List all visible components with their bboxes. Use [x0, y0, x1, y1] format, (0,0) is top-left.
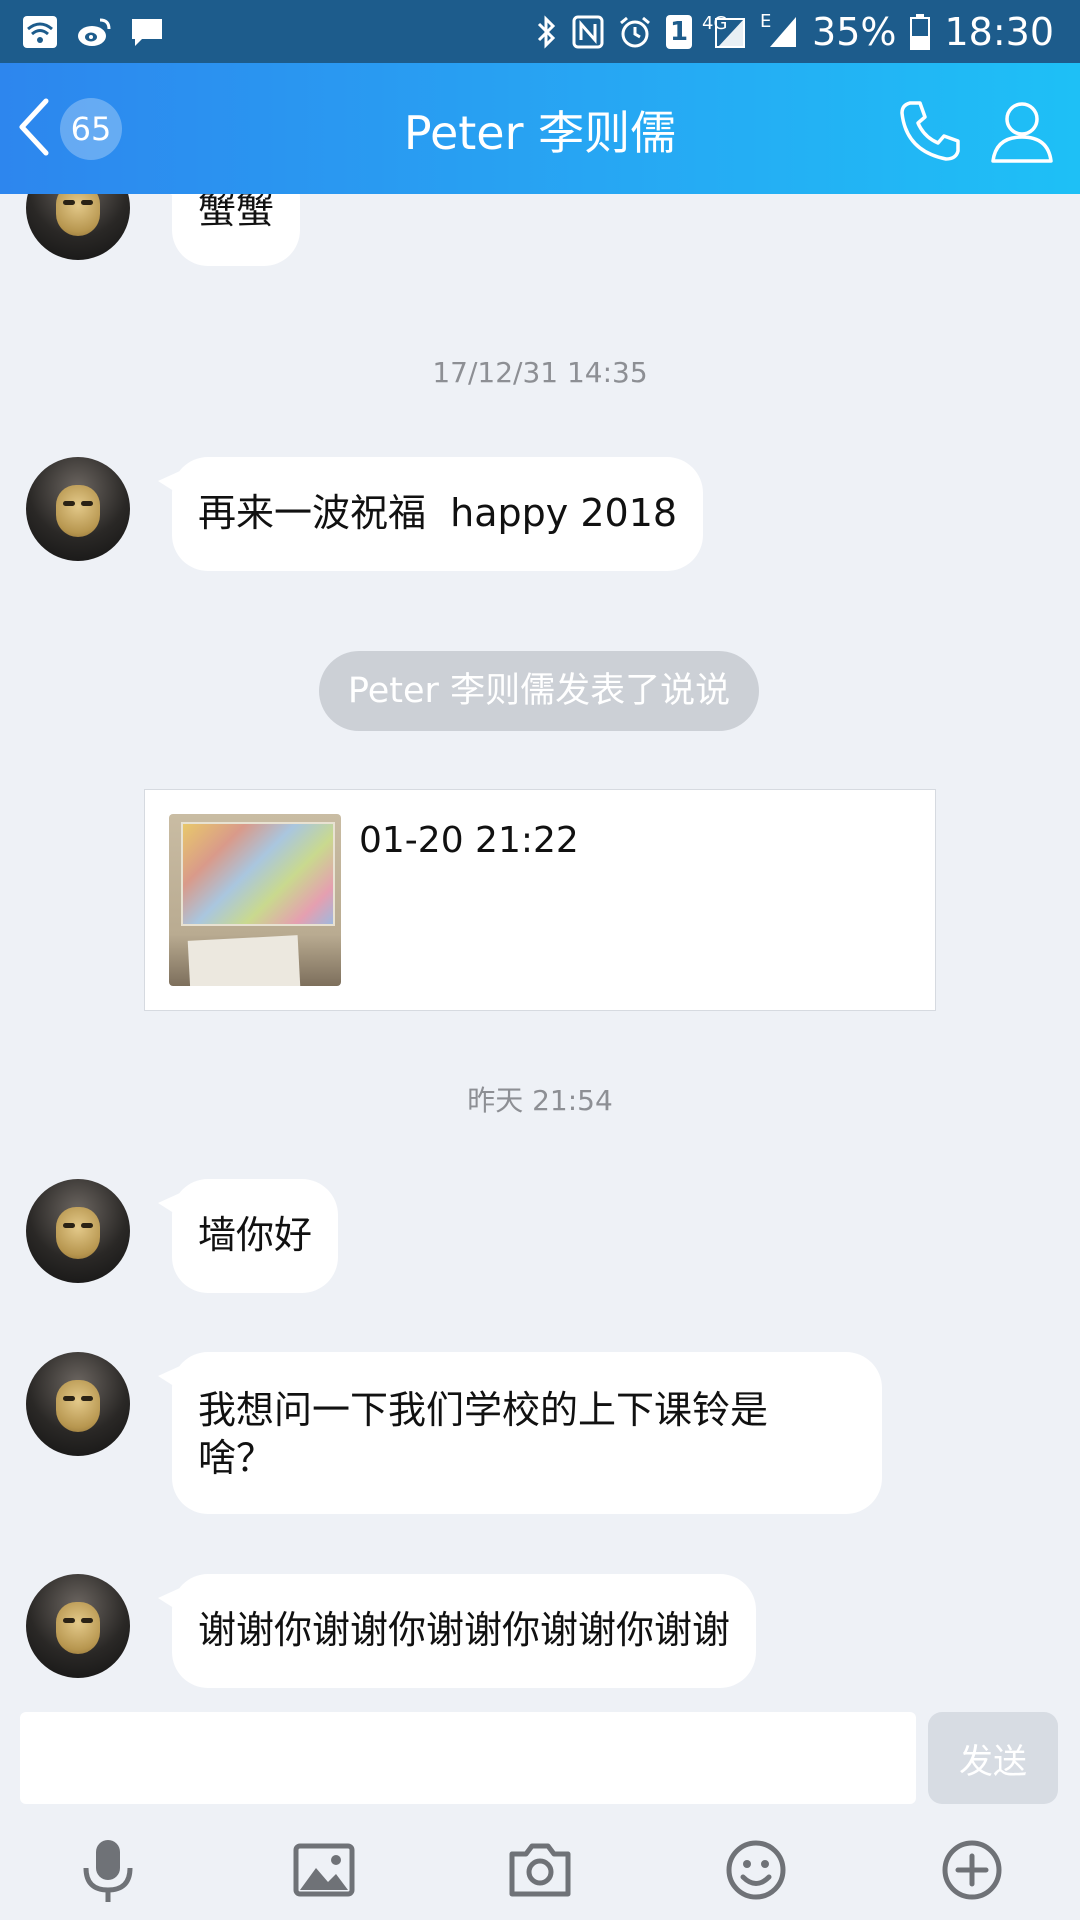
message-timestamp: 昨天 21:54	[467, 1084, 613, 1117]
emoji-icon	[720, 1840, 792, 1910]
weibo-icon	[76, 16, 112, 48]
call-button[interactable]	[896, 97, 964, 165]
moment-card[interactable]: 01-20 21:22	[144, 789, 936, 1011]
network-4g-label: 4G	[702, 13, 728, 34]
send-button[interactable]: 发送	[928, 1712, 1058, 1804]
status-bar: 1 4G E 35% 18:30	[0, 0, 1080, 63]
status-bar-right: 1 4G E 35% 18:30	[536, 8, 1054, 56]
moment-thumbnail	[169, 814, 341, 986]
back-button[interactable]: 65	[14, 91, 122, 167]
message-text: 蟹蟹	[198, 194, 275, 232]
more-button[interactable]	[936, 1834, 1008, 1906]
message-bubble[interactable]: 墙你好	[157, 1179, 339, 1293]
battery-percent: 35%	[812, 10, 897, 54]
camera-icon	[504, 1843, 576, 1910]
alarm-icon	[618, 15, 652, 49]
battery-icon	[910, 14, 931, 50]
network-e-label: E	[760, 11, 772, 32]
4g-signal-icon: 4G	[702, 13, 746, 49]
camera-button[interactable]	[504, 1834, 576, 1906]
back-icon	[14, 97, 54, 161]
photo-button[interactable]	[288, 1834, 360, 1906]
contact-avatar[interactable]	[26, 1352, 130, 1456]
chat-header: 65 Peter 李则儒	[0, 63, 1080, 194]
message-bubble[interactable]: 我想问一下我们学校的上下课铃是 啥？	[158, 1352, 882, 1514]
message-text: 我想问一下我们学校的上下课铃是 啥？	[198, 1388, 769, 1480]
moment-time: 01-20 21:22	[359, 820, 579, 861]
profile-icon	[988, 102, 1056, 169]
chat-title: Peter 李则儒	[403, 106, 677, 160]
message-bubble[interactable]: 谢谢你谢谢你谢谢你谢谢你谢谢	[157, 1574, 757, 1688]
message-bubble[interactable]: 蟹蟹	[157, 194, 301, 266]
microphone-icon	[72, 1840, 144, 1910]
system-notice[interactable]: Peter 李则儒发表了说说	[319, 651, 759, 731]
input-bar: 发送	[0, 1712, 1080, 1920]
profile-button[interactable]	[988, 97, 1056, 165]
message-input[interactable]	[20, 1712, 916, 1804]
message-text: 谢谢你谢谢你谢谢你谢谢你谢谢	[198, 1608, 731, 1652]
wifi-icon	[22, 15, 58, 49]
message-timestamp: 17/12/31 14:35	[432, 356, 648, 389]
nfc-icon	[572, 15, 604, 49]
status-bar-left	[22, 12, 164, 52]
message-icon	[130, 16, 164, 48]
plus-icon	[936, 1840, 1008, 1910]
unread-count-badge: 65	[60, 98, 122, 160]
image-icon	[288, 1843, 360, 1910]
message-text: 墙你好	[198, 1213, 313, 1257]
sim-icon: 1	[666, 15, 693, 49]
voice-button[interactable]	[72, 1834, 144, 1906]
message-bubble[interactable]: 再来一波祝福 happy 2018	[157, 457, 704, 571]
clock: 18:30	[944, 10, 1054, 54]
contact-avatar[interactable]	[26, 194, 130, 260]
bluetooth-icon	[536, 15, 558, 49]
contact-avatar[interactable]	[26, 1574, 130, 1678]
contact-avatar[interactable]	[26, 457, 130, 561]
contact-avatar[interactable]	[26, 1179, 130, 1283]
emoji-button[interactable]	[720, 1834, 792, 1906]
map-image	[181, 822, 335, 926]
edge-signal-icon: E	[760, 11, 798, 49]
chat-message-list[interactable]: 蟹蟹 17/12/31 14:35 再来一波祝福 happy 2018 Pete…	[0, 194, 1080, 1712]
paper-image	[187, 935, 301, 986]
message-text: 再来一波祝福 happy 2018	[198, 491, 678, 535]
phone-icon	[896, 101, 964, 169]
